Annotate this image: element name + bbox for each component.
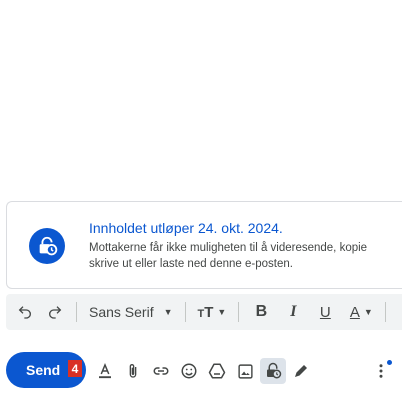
link-icon[interactable]: [148, 358, 174, 384]
expiration-description: Mottakerne får ikke muligheten til å vid…: [89, 240, 402, 272]
formatting-icon[interactable]: [92, 358, 118, 384]
italic-icon: I: [290, 303, 297, 320]
description-line-2: skrive ut eller laste ned denne e-posten…: [89, 258, 293, 270]
toolbar-separator: [385, 302, 387, 322]
font-size-select[interactable]: TT ▼: [192, 294, 233, 330]
emoji-icon[interactable]: [176, 358, 202, 384]
description-line-1: Mottakerne får ikke muligheten til å vid…: [89, 242, 368, 254]
count-badge: 4: [68, 360, 82, 377]
formatting-toolbar: Sans Serif ▼ TT ▼ B I U A ▼: [6, 294, 402, 330]
signature-icon[interactable]: [288, 358, 314, 384]
bold-button[interactable]: B: [245, 294, 277, 330]
confidential-mode-icon[interactable]: [260, 358, 286, 384]
text-color-button[interactable]: A ▼: [341, 294, 381, 330]
italic-button[interactable]: I: [277, 294, 309, 330]
chevron-down-icon: ▼: [163, 307, 173, 317]
chevron-down-icon: ▼: [217, 307, 227, 317]
bold-icon: B: [255, 303, 268, 320]
toolbar-separator: [184, 302, 186, 322]
text-color-icon: A: [349, 303, 360, 321]
expiration-title: Innholdet utløper 24. okt. 2024.: [89, 220, 283, 236]
lock-clock-icon: [29, 228, 65, 264]
redo-icon[interactable]: [40, 294, 70, 330]
font-family-select[interactable]: Sans Serif ▼: [83, 294, 179, 330]
drive-icon[interactable]: [204, 358, 230, 384]
confidential-mode-banner: Innholdet utløper 24. okt. 2024. Mottake…: [6, 201, 402, 289]
toolbar-separator: [238, 302, 240, 322]
font-size-icon: TT: [197, 303, 214, 321]
underline-button[interactable]: U: [309, 294, 341, 330]
chevron-down-icon: ▼: [363, 307, 373, 317]
photo-icon[interactable]: [232, 358, 258, 384]
underline-icon: U: [319, 303, 331, 321]
notification-dot: [387, 360, 392, 365]
toolbar-separator: [76, 302, 77, 322]
attach-icon[interactable]: [120, 358, 146, 384]
font-family-label: Sans Serif: [89, 304, 154, 320]
send-label: Send: [26, 362, 61, 378]
undo-icon[interactable]: [10, 294, 40, 330]
